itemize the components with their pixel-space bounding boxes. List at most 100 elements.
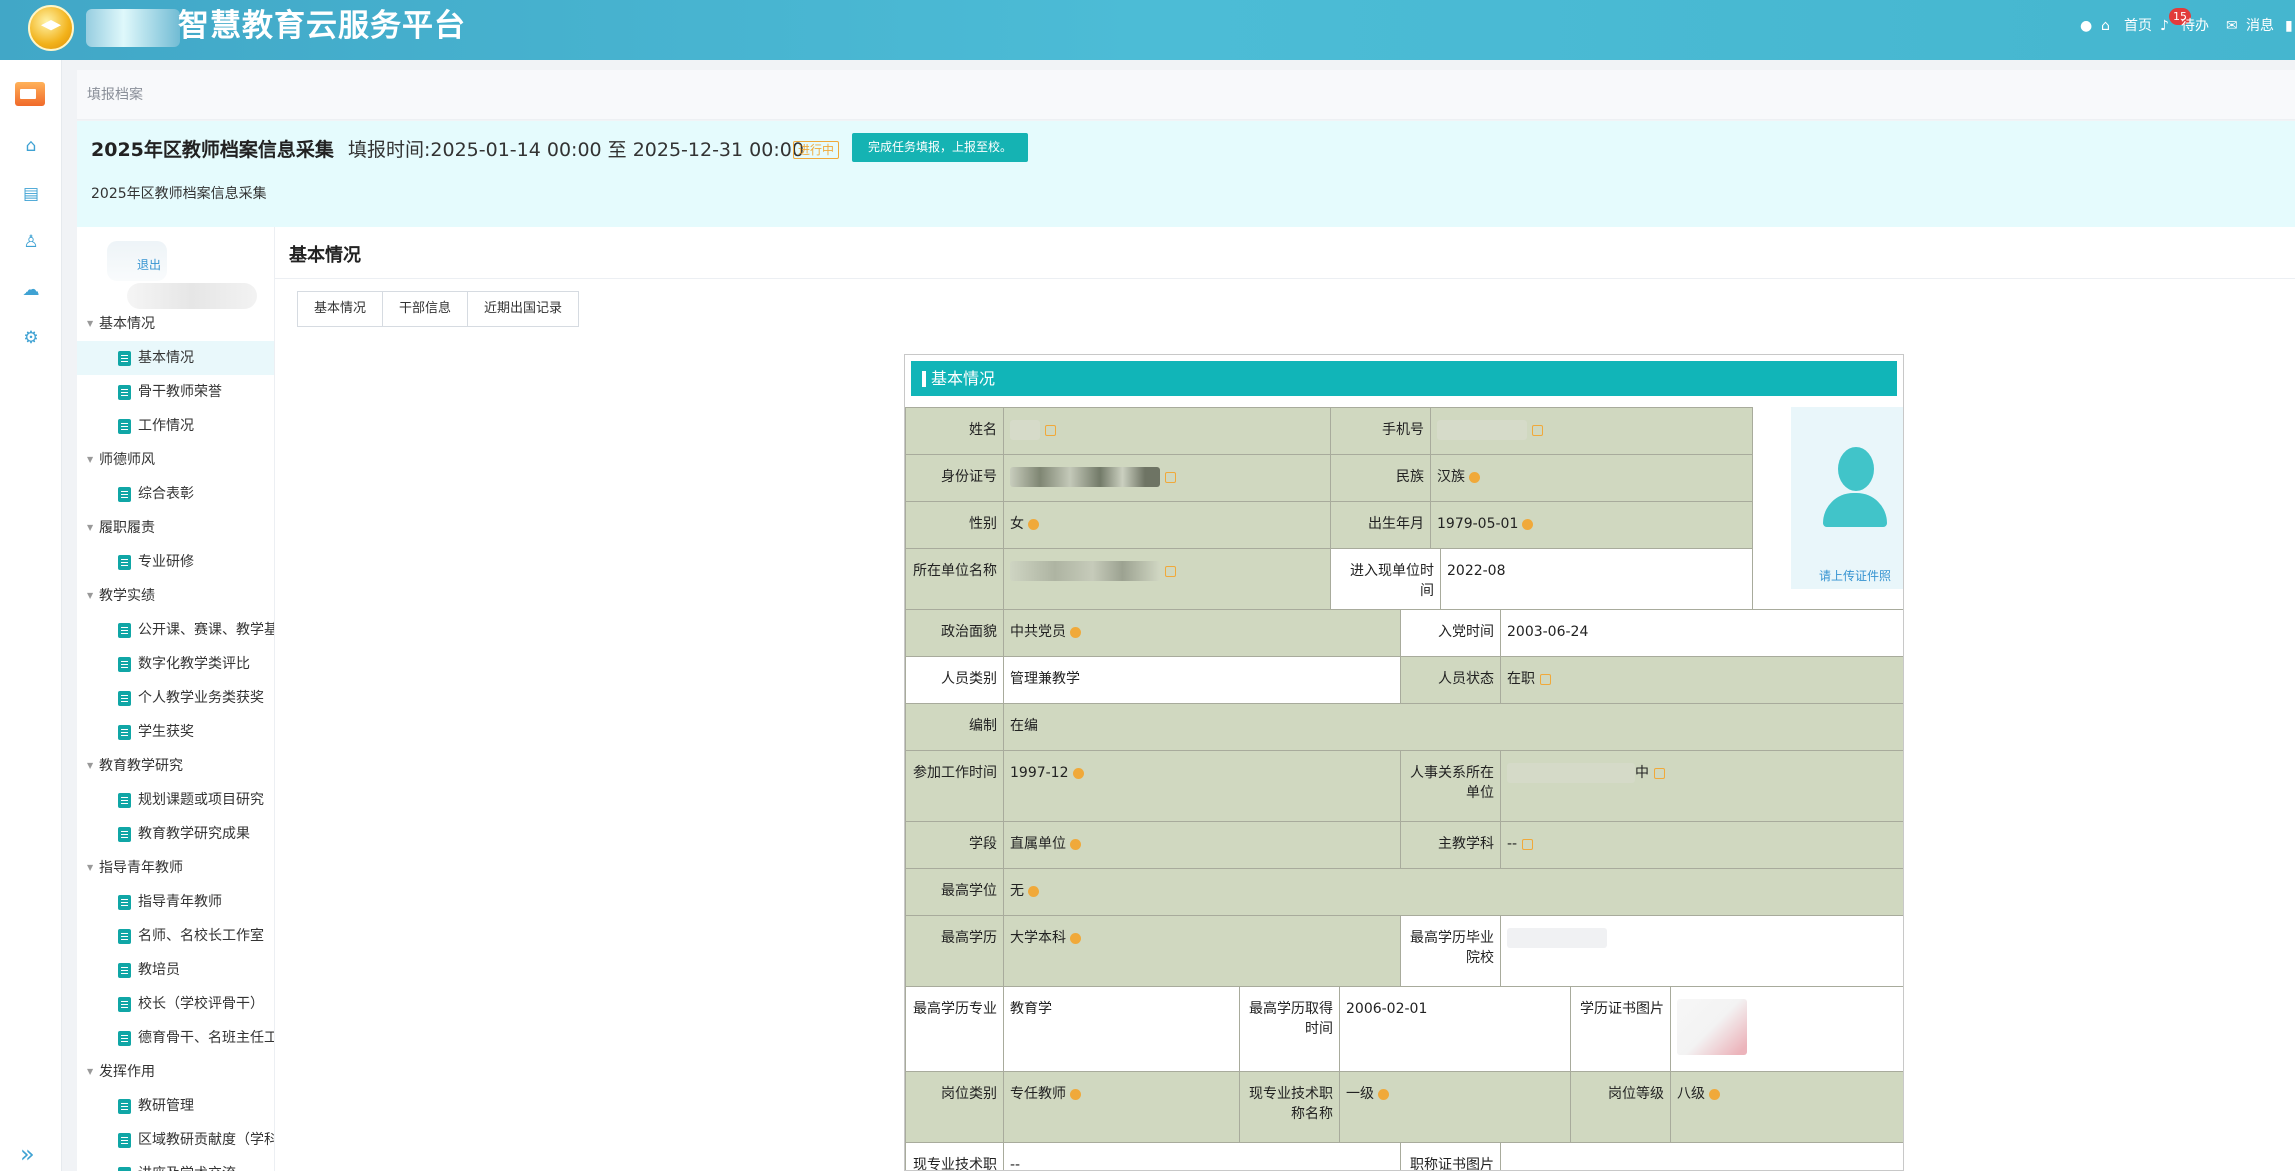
portal-icon[interactable] <box>15 82 45 106</box>
tree-item[interactable]: 个人教学业务类获奖 <box>77 681 274 715</box>
caret-down-icon[interactable]: ▼ <box>87 307 99 341</box>
tab-abroad-records[interactable]: 近期出国记录 <box>468 292 579 326</box>
post-level-field[interactable]: 八级 <box>1670 1071 1903 1143</box>
tree-item[interactable]: 基本情况 <box>77 341 274 375</box>
nav-messages[interactable]: 消息 <box>2246 14 2274 38</box>
caret-down-icon[interactable]: ▼ <box>87 1055 99 1089</box>
major-field[interactable]: 教育学 <box>1003 986 1240 1072</box>
edu-date-field[interactable]: 2006-02-01 <box>1339 986 1571 1072</box>
lock-icon <box>1540 673 1551 685</box>
birth-field[interactable]: 1979-05-01 <box>1430 501 1753 549</box>
phone-field[interactable] <box>1430 407 1753 455</box>
tree-group[interactable]: ▼ 基本情况 <box>77 307 274 341</box>
id-card-field[interactable] <box>1003 454 1331 502</box>
tree-item[interactable]: 专业研修 <box>77 545 274 579</box>
tree-item-label: 德育骨干、名班主任工 <box>138 1030 275 1046</box>
tree-item[interactable]: 讲座及学术交流 <box>77 1157 274 1171</box>
tab-cadre-info[interactable]: 干部信息 <box>383 292 469 326</box>
home-icon[interactable]: ⌂ <box>2101 14 2110 38</box>
tree-item[interactable]: 教培员 <box>77 953 274 987</box>
staff-type-field[interactable]: 管理兼教学 <box>1003 656 1401 704</box>
tree-group[interactable]: ▼ 教育教学研究 <box>77 749 274 783</box>
logout-link[interactable]: 退出 <box>137 256 161 273</box>
caret-down-icon[interactable]: ▼ <box>87 511 99 545</box>
staff-status-field[interactable]: 在职 <box>1500 656 1903 704</box>
user-menu-icon[interactable]: ▮ <box>2285 14 2295 38</box>
tree-item[interactable]: 学生获奖 <box>77 715 274 749</box>
caret-down-icon[interactable]: ▼ <box>87 749 99 783</box>
grad-school-field[interactable] <box>1500 915 1903 987</box>
tree-item[interactable]: 公开课、赛课、教学基 <box>77 613 274 647</box>
establishment-field[interactable]: 在编 <box>1003 703 1903 751</box>
home-icon[interactable]: ⌂ <box>20 135 42 157</box>
category-tree: 退出 ▼ 基本情况 基本情况 骨干教师荣誉 工作情况 ▼ 师德师风 综合表彰 ▼ 履职履责 专业研修… <box>77 227 275 1171</box>
degree-field[interactable]: 无 <box>1003 868 1903 916</box>
settings-icon[interactable]: ⚙ <box>20 327 42 349</box>
gender-field[interactable]: 女 <box>1003 501 1331 549</box>
breadcrumb-item[interactable]: 填报档案 <box>87 84 143 104</box>
id-photo-upload[interactable]: 请上传证件照 <box>1791 407 1903 589</box>
political-field[interactable]: 中共党员 <box>1003 609 1401 657</box>
tree-item[interactable]: 综合表彰 <box>77 477 274 511</box>
party-date-field[interactable]: 2003-06-24 <box>1500 609 1903 657</box>
cloud-icon[interactable]: ☁ <box>20 279 42 301</box>
tree-item[interactable]: 指导青年教师 <box>77 885 274 919</box>
tree-item[interactable]: 规划课题或项目研究 <box>77 783 274 817</box>
user-icon[interactable]: ♙ <box>20 231 42 253</box>
tree-group[interactable]: ▼ 师德师风 <box>77 443 274 477</box>
tree-item[interactable]: 德育骨干、名班主任工 <box>77 1021 275 1055</box>
tree-item[interactable]: 区域教研贡献度（学科 <box>77 1123 274 1157</box>
tree-item[interactable]: 教育教学研究成果 <box>77 817 274 851</box>
info-icon <box>1070 838 1081 850</box>
tree-item[interactable]: 校长（学校评骨干） <box>77 987 274 1021</box>
caret-down-icon[interactable]: ▼ <box>87 579 99 613</box>
tree-item[interactable]: 教研管理 <box>77 1089 274 1123</box>
hr-unit-field[interactable]: 中 <box>1500 750 1903 822</box>
stage-field[interactable]: 直属单位 <box>1003 821 1401 869</box>
caret-down-icon[interactable]: ▼ <box>87 443 99 477</box>
tree-group[interactable]: ▼ 发挥作用 <box>77 1055 274 1089</box>
submit-button[interactable]: 完成任务填报，上报至校。 <box>852 133 1028 162</box>
tree-item[interactable]: 工作情况 <box>77 409 274 443</box>
post-type-field[interactable]: 专任教师 <box>1003 1071 1240 1143</box>
document-icon <box>118 384 131 400</box>
staff-status-label: 人员状态 <box>1400 656 1501 704</box>
tab-basic-info[interactable]: 基本情况 <box>298 292 384 326</box>
expand-sidebar-icon[interactable]: » <box>20 1140 35 1168</box>
stage-value: 直属单位 <box>1010 836 1066 852</box>
work-start-field[interactable]: 1997-12 <box>1003 750 1401 822</box>
ethnicity-value: 汉族 <box>1437 469 1465 485</box>
photo-upload-hint[interactable]: 请上传证件照 <box>1791 567 1903 584</box>
subject-field[interactable]: -- <box>1500 821 1903 869</box>
document-icon[interactable]: ▤ <box>20 183 42 205</box>
tree-group[interactable]: ▼ 教学实绩 <box>77 579 274 613</box>
tree-item[interactable]: 名师、名校长工作室 <box>77 919 274 953</box>
location-icon[interactable]: ● <box>2080 14 2092 38</box>
name-field[interactable] <box>1003 407 1331 455</box>
unit-field[interactable] <box>1003 548 1331 610</box>
title-name-field[interactable]: 一级 <box>1339 1071 1571 1143</box>
tree-item-label: 规划课题或项目研究 <box>138 792 264 808</box>
nav-todo[interactable]: 待办 <box>2181 14 2209 38</box>
title-photo-field[interactable] <box>1500 1142 1903 1170</box>
staff-status-value: 在职 <box>1507 671 1535 687</box>
caret-down-icon[interactable]: ▼ <box>87 851 99 885</box>
post-level-label: 岗位等级 <box>1570 1071 1671 1143</box>
platform-logo[interactable] <box>28 5 74 51</box>
tree-item[interactable]: 数字化教学类评比 <box>77 647 274 681</box>
tree-group[interactable]: ▼ 指导青年教师 <box>77 851 274 885</box>
bell-icon[interactable]: ♪ <box>2160 14 2169 38</box>
ethnicity-field[interactable]: 汉族 <box>1430 454 1753 502</box>
tree-group[interactable]: ▼ 履职履责 <box>77 511 274 545</box>
status-badge: 进行中 <box>793 141 840 159</box>
tree-item[interactable]: 骨干教师荣誉 <box>77 375 274 409</box>
join-unit-field[interactable]: 2022-08 <box>1440 548 1753 610</box>
lock-icon <box>1165 565 1176 577</box>
breadcrumb: 填报档案 <box>77 70 2295 120</box>
cert-photo-field[interactable] <box>1670 986 1903 1072</box>
nav-home[interactable]: 首页 <box>2124 14 2152 38</box>
education-field[interactable]: 大学本科 <box>1003 915 1401 987</box>
subject-label: 主教学科 <box>1400 821 1501 869</box>
title-row-field[interactable]: -- <box>1003 1142 1401 1170</box>
message-icon[interactable]: ✉ <box>2226 14 2238 38</box>
